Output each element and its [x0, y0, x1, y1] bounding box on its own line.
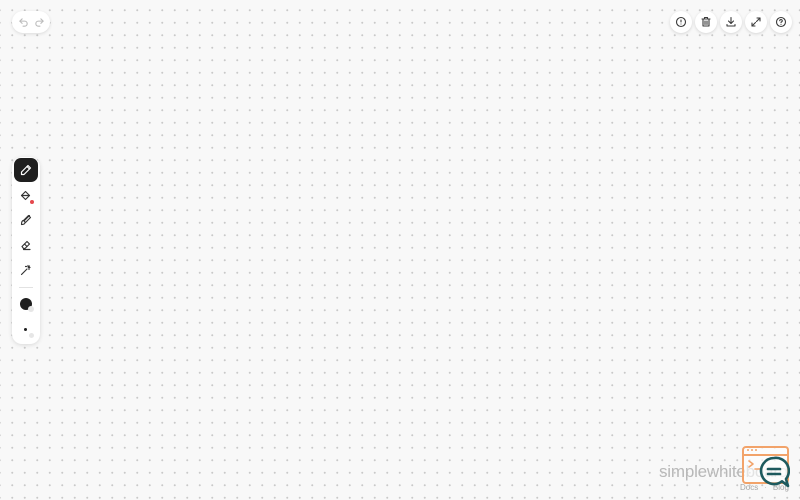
undo-icon [18, 17, 28, 27]
info-button[interactable] [670, 11, 692, 33]
magic-wand-icon [20, 264, 31, 276]
undo-button[interactable] [16, 15, 30, 29]
pencil-icon [20, 164, 32, 176]
fill-tool[interactable] [14, 184, 38, 208]
chat-bubble-icon [759, 456, 791, 488]
redo-icon [34, 17, 44, 27]
toolbar-divider [19, 287, 33, 288]
docs-link[interactable]: Docs [740, 483, 758, 492]
fill-color-badge [30, 200, 34, 204]
chat-support-button[interactable] [758, 455, 791, 489]
history-controls [12, 11, 50, 33]
help-button[interactable] [770, 11, 792, 33]
redo-button[interactable] [32, 15, 46, 29]
top-actions [670, 11, 792, 33]
download-button[interactable] [720, 11, 742, 33]
stroke-size-indicator [29, 333, 34, 338]
eraser-icon [21, 240, 31, 251]
clear-button[interactable] [695, 11, 717, 33]
brush-icon [20, 214, 32, 226]
pen-tool[interactable] [14, 158, 38, 182]
brush-tool[interactable] [14, 208, 38, 232]
download-icon [726, 16, 736, 27]
help-icon [775, 16, 787, 28]
eraser-tool[interactable] [14, 233, 38, 257]
info-icon [675, 16, 687, 28]
expand-icon [751, 17, 761, 27]
fullscreen-button[interactable] [745, 11, 767, 33]
color-picker-indicator [28, 306, 34, 312]
whiteboard-canvas[interactable] [0, 0, 800, 500]
trash-icon [701, 16, 711, 27]
magic-tool[interactable] [14, 258, 38, 282]
stroke-size-picker[interactable] [24, 328, 27, 331]
tool-palette [12, 157, 40, 344]
